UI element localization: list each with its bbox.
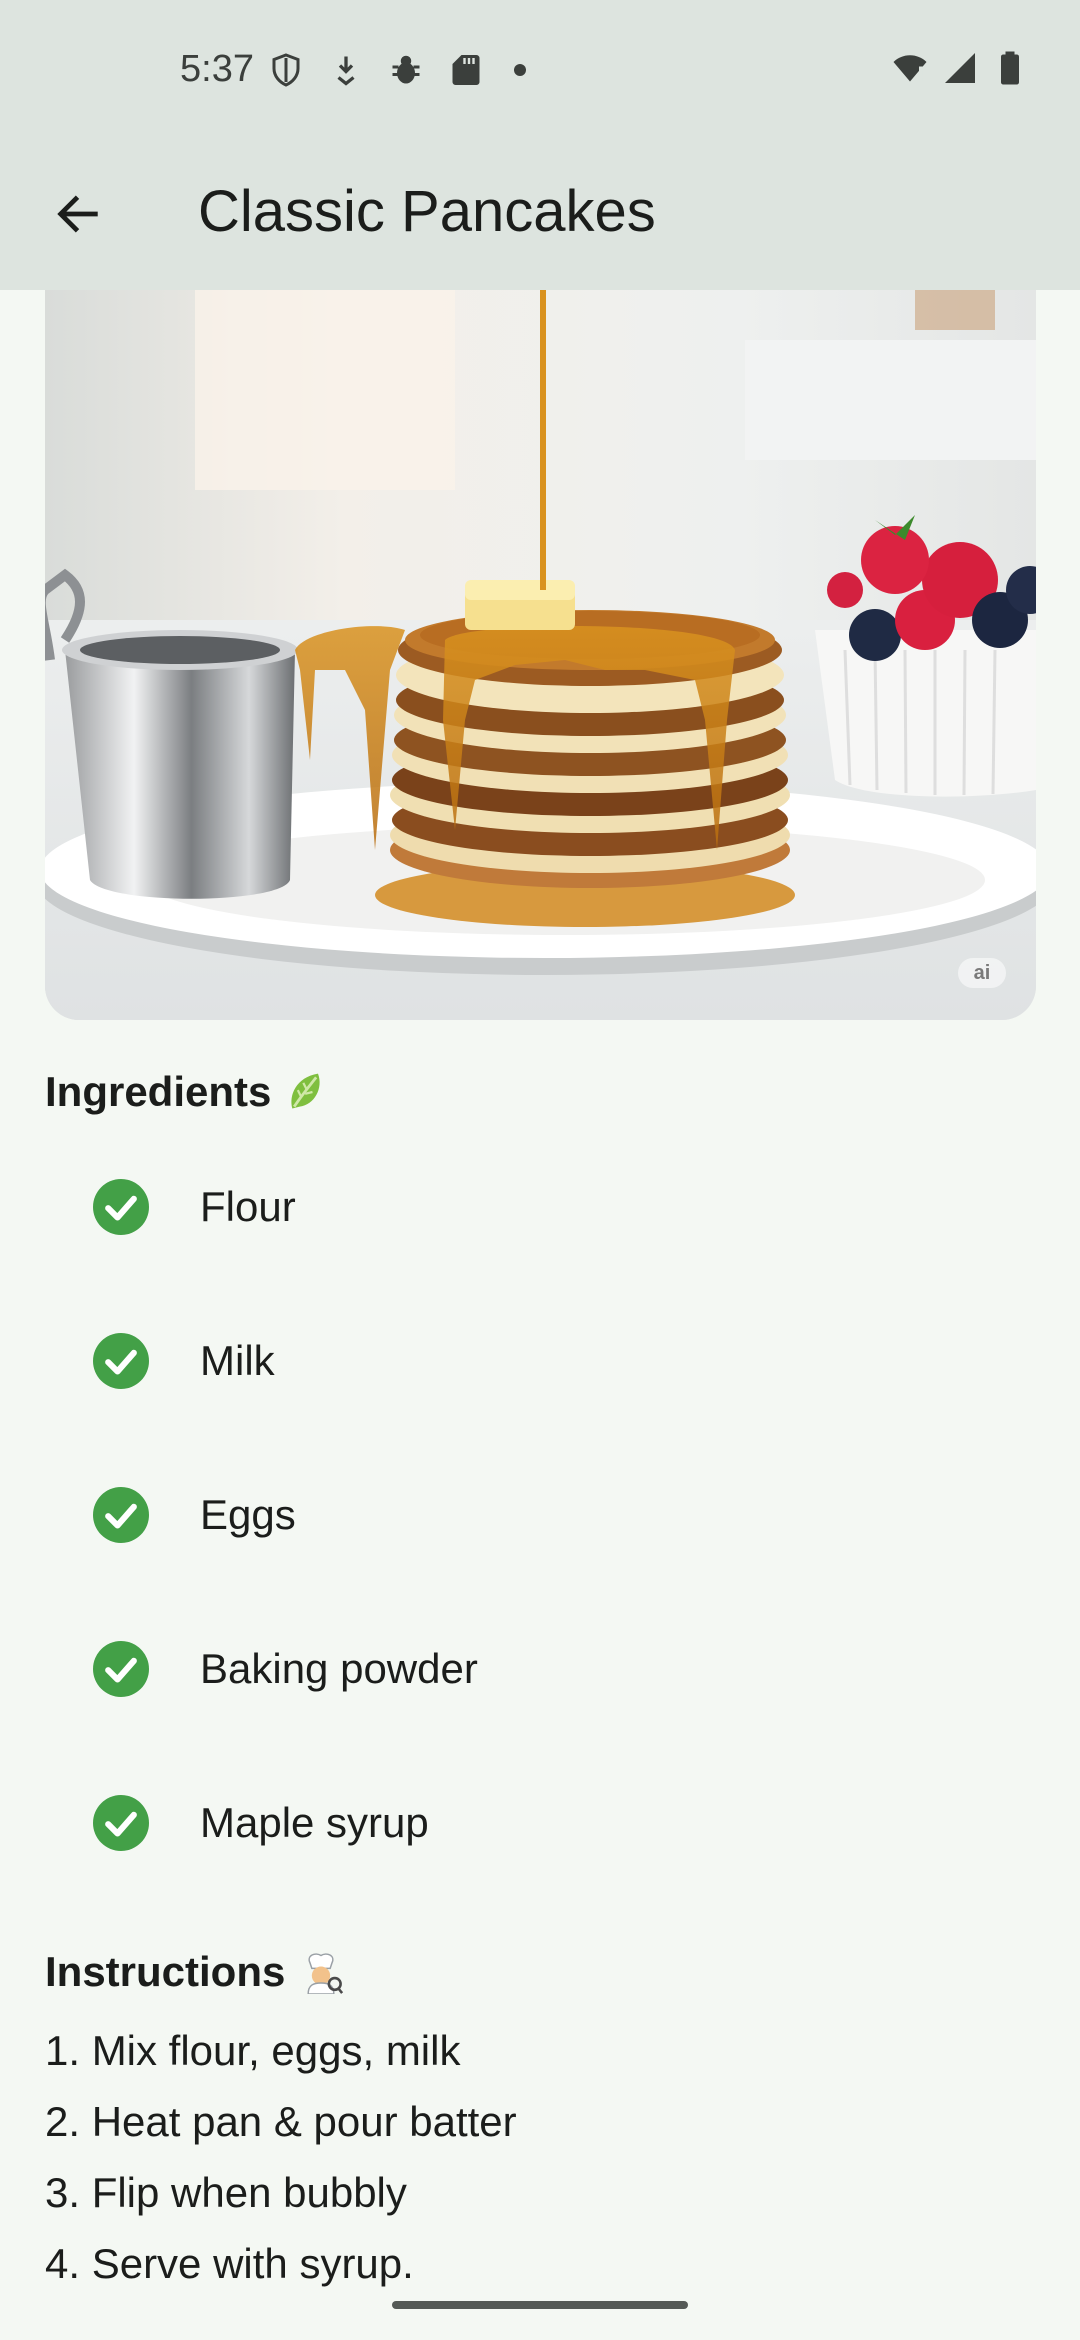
battery-icon xyxy=(992,50,1028,86)
instruction-step: 4. Serve with syrup. xyxy=(45,2240,414,2287)
pancakes-illustration xyxy=(45,290,1036,1020)
cell-signal-icon xyxy=(942,50,978,86)
shield-icon xyxy=(268,52,304,88)
ingredient-label: Milk xyxy=(200,1337,275,1384)
recipe-image: ai xyxy=(45,290,1036,1020)
check-circle-icon xyxy=(93,1641,149,1697)
status-time: 5:37 xyxy=(180,48,254,90)
status-left-icons xyxy=(268,52,526,88)
app-bar: Classic Pancakes xyxy=(0,142,1080,290)
ingredient-row[interactable]: Maple syrup xyxy=(0,1746,1080,1900)
notification-dot-icon xyxy=(514,64,526,76)
check-circle-icon xyxy=(93,1795,149,1851)
ingredient-row[interactable]: Milk xyxy=(0,1284,1080,1438)
cook-icon xyxy=(307,1953,344,1994)
ingredient-label: Baking powder xyxy=(200,1645,478,1692)
download-icon xyxy=(328,52,364,88)
instructions-list: 1. Mix flour, eggs, milk 2. Heat pan & p… xyxy=(45,2015,517,2299)
instructions-heading-text: Instructions xyxy=(45,1948,286,1995)
ingredient-row[interactable]: Flour xyxy=(0,1130,1080,1284)
ingredient-row[interactable]: Baking powder xyxy=(0,1592,1080,1746)
check-circle-icon xyxy=(93,1179,149,1235)
sd-card-icon xyxy=(448,52,484,88)
home-indicator[interactable] xyxy=(392,2301,688,2309)
instruction-step: 1. Mix flour, eggs, milk xyxy=(45,2027,461,2074)
wifi-alert-icon xyxy=(892,50,928,86)
check-circle-icon xyxy=(93,1487,149,1543)
arrow-back-icon xyxy=(57,195,98,233)
status-bar: 5:37 xyxy=(0,0,1080,142)
ingredient-label: Flour xyxy=(200,1183,296,1230)
back-button[interactable] xyxy=(38,174,118,254)
page-title: Classic Pancakes xyxy=(198,179,656,244)
bug-icon xyxy=(388,52,424,88)
instruction-step: 2. Heat pan & pour batter xyxy=(45,2098,517,2145)
ingredient-label: Maple syrup xyxy=(200,1799,429,1846)
ingredients-heading: Ingredients xyxy=(45,1068,329,1116)
ingredients-heading-text: Ingredients xyxy=(45,1068,272,1115)
leafy-green-icon xyxy=(291,1073,320,1109)
check-circle-icon xyxy=(93,1333,149,1389)
status-right-icons xyxy=(892,50,1028,86)
ingredient-row[interactable]: Eggs xyxy=(0,1438,1080,1592)
ingredient-label: Eggs xyxy=(200,1491,296,1538)
instruction-step: 3. Flip when bubbly xyxy=(45,2169,407,2216)
ai-badge: ai xyxy=(958,958,1006,988)
instructions-heading: Instructions xyxy=(45,1948,344,1996)
